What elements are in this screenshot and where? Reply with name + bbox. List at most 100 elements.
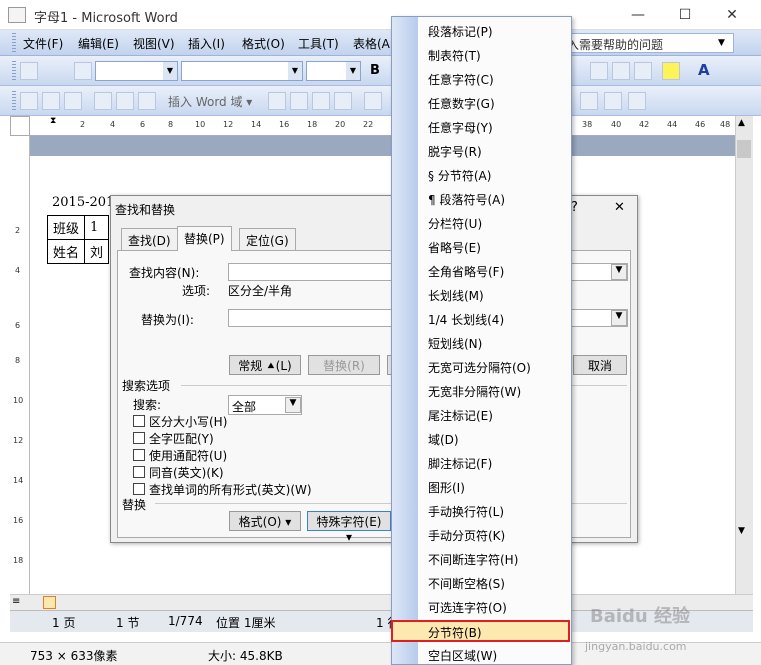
menu-item[interactable]: 长划线(M): [428, 287, 484, 304]
menu-format[interactable]: 格式(O): [242, 35, 285, 52]
view-merged-icon[interactable]: [290, 92, 308, 110]
special-button[interactable]: 特殊字符(E) ▾: [307, 511, 391, 544]
maximize-button[interactable]: ☐: [665, 4, 705, 26]
menu-item[interactable]: 不间断连字符(H): [428, 551, 518, 568]
whole-word-checkbox[interactable]: [133, 432, 145, 444]
open-source-icon[interactable]: [42, 92, 60, 110]
replace-button[interactable]: 替换(R): [308, 355, 380, 375]
help-icon[interactable]: ?: [571, 200, 578, 215]
menu-insert[interactable]: 插入(I): [188, 35, 225, 52]
style-combo[interactable]: ▼: [95, 61, 178, 81]
main-document-icon[interactable]: [20, 92, 38, 110]
find-dropdown-icon[interactable]: ▼: [611, 264, 627, 280]
wildcards-checkbox[interactable]: [133, 449, 145, 461]
font-size-combo[interactable]: ▼: [306, 61, 361, 81]
menu-item[interactable]: 空白区域(W): [428, 647, 497, 664]
normal-button[interactable]: 常规 ⯅(L): [229, 355, 301, 375]
replace-dropdown-icon[interactable]: ▼: [611, 310, 627, 326]
close-button[interactable]: ✕: [712, 4, 752, 26]
menubar-grip[interactable]: [12, 33, 16, 53]
first-record-icon[interactable]: [364, 92, 382, 110]
menu-item[interactable]: § 分节符(A): [428, 167, 491, 184]
undo-icon[interactable]: [20, 62, 38, 80]
font-color-icon[interactable]: A: [698, 61, 710, 79]
dialog-close-button[interactable]: ✕: [614, 200, 625, 215]
scrollbar-thumb[interactable]: [737, 140, 751, 158]
cancel-button[interactable]: 取消: [573, 355, 627, 375]
horizontal-ruler[interactable]: ⧗ 2 4 6 8 10 12 14 16 18 20 22 38 40 42 …: [30, 116, 735, 136]
menu-item[interactable]: 分节符(B): [391, 620, 570, 642]
menu-file[interactable]: 文件(F): [23, 35, 63, 52]
indent-marker-icon[interactable]: ⧗: [50, 116, 56, 126]
ask-question-input[interactable]: 入需要帮助的问题: [562, 33, 734, 53]
toolbar-grip[interactable]: [12, 91, 16, 111]
highlight-icon[interactable]: [662, 62, 680, 80]
recipients-icon[interactable]: [64, 92, 82, 110]
menu-item[interactable]: 可选连字符(O): [428, 599, 507, 616]
field-codes-icon[interactable]: [268, 92, 286, 110]
match-case-checkbox[interactable]: [133, 415, 145, 427]
format-button[interactable]: 格式(O) ▾: [229, 511, 301, 531]
menu-item[interactable]: 手动分页符(K): [428, 527, 505, 544]
all-word-forms-checkbox[interactable]: [133, 483, 145, 495]
ask-dropdown-icon[interactable]: ▼: [718, 38, 725, 48]
scroll-up-icon[interactable]: ▲: [738, 118, 745, 128]
menu-item[interactable]: 不间断空格(S): [428, 575, 505, 592]
menu-table[interactable]: 表格(A: [353, 35, 390, 52]
tab-find[interactable]: 查找(D): [121, 228, 178, 250]
merge-to-document-icon[interactable]: [580, 92, 598, 110]
table-cell[interactable]: 刘: [84, 239, 110, 264]
indent-icon[interactable]: [634, 62, 652, 80]
menu-item[interactable]: 任意字符(C): [428, 71, 494, 88]
menu-view[interactable]: 视图(V): [133, 35, 175, 52]
document-text[interactable]: 2015-201: [52, 195, 114, 210]
vertical-scrollbar[interactable]: ▲ ▼: [735, 116, 753, 596]
print-layout-icon[interactable]: [43, 596, 56, 609]
normal-view-icon[interactable]: ≡: [12, 596, 20, 607]
numbering-icon[interactable]: [590, 62, 608, 80]
menu-item[interactable]: 短划线(N): [428, 335, 482, 352]
menu-item[interactable]: 无宽可选分隔符(O): [428, 359, 531, 376]
menu-item[interactable]: 制表符(T): [428, 47, 481, 64]
toolbar-grip[interactable]: [12, 61, 16, 81]
menu-item[interactable]: ¶ 段落符号(A): [428, 191, 505, 208]
menu-item[interactable]: 脱字号(R): [428, 143, 482, 160]
menu-item[interactable]: 任意数字(G): [428, 95, 495, 112]
menu-item[interactable]: 图形(I): [428, 479, 465, 496]
greeting-line-icon[interactable]: [116, 92, 134, 110]
menu-item[interactable]: 1/4 长划线(4): [428, 311, 504, 328]
chevron-down-icon[interactable]: ▼: [285, 397, 301, 413]
propagate-labels-icon[interactable]: [312, 92, 330, 110]
table-cell[interactable]: 1: [84, 215, 110, 240]
table-cell[interactable]: 班级: [46, 215, 86, 240]
merge-field-icon[interactable]: [138, 92, 156, 110]
menu-item[interactable]: 任意字母(Y): [428, 119, 493, 136]
highlight-fields-icon[interactable]: [334, 92, 352, 110]
menu-edit[interactable]: 编辑(E): [78, 35, 119, 52]
minimize-button[interactable]: —: [618, 4, 658, 26]
menu-item[interactable]: 无宽非分隔符(W): [428, 383, 521, 400]
vertical-ruler[interactable]: 2 4 6 8 10 12 14 16 18: [10, 136, 30, 596]
sounds-like-checkbox[interactable]: [133, 466, 145, 478]
font-combo[interactable]: ▼: [181, 61, 303, 81]
merge-to-printer-icon[interactable]: [604, 92, 622, 110]
menu-item[interactable]: 脚注标记(F): [428, 455, 492, 472]
tab-selector[interactable]: [10, 116, 30, 136]
address-block-icon[interactable]: [94, 92, 112, 110]
menu-item[interactable]: 全角省略号(F): [428, 263, 504, 280]
menu-item[interactable]: 尾注标记(E): [428, 407, 493, 424]
insert-word-field-button[interactable]: 插入 Word 域 ▾: [168, 93, 252, 110]
bold-button[interactable]: B: [370, 63, 380, 78]
merge-to-email-icon[interactable]: [628, 92, 646, 110]
table-cell[interactable]: 姓名: [46, 239, 86, 264]
menu-item[interactable]: 域(D): [428, 431, 459, 448]
tab-goto[interactable]: 定位(G): [239, 228, 296, 250]
menu-item[interactable]: 分栏符(U): [428, 215, 482, 232]
menu-item[interactable]: 手动换行符(L): [428, 503, 504, 520]
menu-item[interactable]: 段落标记(P): [428, 23, 493, 40]
style-icon[interactable]: [74, 62, 92, 80]
scroll-down-icon[interactable]: ▼: [738, 526, 745, 536]
menu-tools[interactable]: 工具(T): [298, 35, 339, 52]
tab-replace[interactable]: 替换(P): [177, 226, 232, 251]
menu-item[interactable]: 省略号(E): [428, 239, 481, 256]
